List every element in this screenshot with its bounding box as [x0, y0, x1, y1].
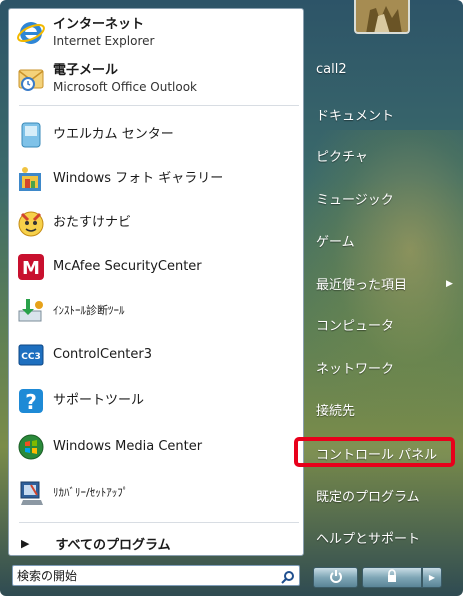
program-name: 電子メール: [53, 63, 119, 78]
right-item-user[interactable]: call2: [316, 62, 347, 77]
program-subtitle: Internet Explorer: [53, 34, 155, 48]
separator: [19, 105, 299, 106]
program-recovery-setup[interactable]: ﾘｶﾊﾞﾘｰ/ｾｯﾄｱｯﾌﾟ: [15, 473, 299, 513]
photo-gallery-icon: [15, 163, 47, 195]
program-internet-explorer[interactable]: インターネット Internet Explorer: [15, 13, 299, 53]
program-otasuke-navi[interactable]: おたすけナビ: [15, 203, 299, 243]
lock-icon: [385, 568, 399, 587]
mcafee-icon: M: [15, 251, 47, 283]
program-controlcenter3[interactable]: CC3 ControlCenter3: [15, 335, 299, 375]
welcome-center-icon: [15, 119, 47, 151]
pinned-programs-panel: インターネット Internet Explorer 電子メール Microsof…: [8, 8, 304, 556]
program-media-center[interactable]: Windows Media Center: [15, 427, 299, 467]
separator: [19, 522, 299, 523]
right-item-music[interactable]: ミュージック: [316, 189, 394, 208]
user-avatar[interactable]: [354, 0, 410, 34]
chevron-right-icon: ▶: [428, 573, 436, 582]
program-email[interactable]: 電子メール Microsoft Office Outlook: [15, 59, 299, 99]
media-center-icon: [15, 431, 47, 463]
recovery-setup-icon: [15, 477, 47, 509]
right-item-default-programs[interactable]: 既定のプログラム: [316, 486, 420, 505]
right-item-control-panel[interactable]: コントロール パネル: [316, 444, 437, 463]
chevron-right-icon: ▶: [21, 536, 30, 550]
svg-text:CC3: CC3: [21, 352, 40, 362]
program-name: Windows Media Center: [53, 439, 203, 454]
lock-button[interactable]: [362, 567, 422, 588]
right-item-documents[interactable]: ドキュメント: [316, 105, 394, 124]
program-support-tool[interactable]: ? サポートツール: [15, 381, 299, 421]
otasuke-navi-icon: [15, 207, 47, 239]
program-name: インターネット: [53, 17, 145, 32]
program-welcome-center[interactable]: ウエルカム センター: [15, 115, 299, 155]
outlook-mail-icon: [15, 63, 47, 95]
right-item-network[interactable]: ネットワーク: [316, 358, 394, 377]
all-programs-label: すべてのプログラム: [55, 537, 171, 553]
program-name: ControlCenter3: [53, 347, 153, 362]
right-item-games[interactable]: ゲーム: [316, 231, 355, 250]
internet-explorer-icon: [15, 17, 47, 49]
program-name: ｲﾝｽﾄｰﾙ診断ﾂｰﾙ: [53, 304, 125, 317]
program-name: おたすけナビ: [53, 215, 132, 230]
search-icon[interactable]: [281, 569, 295, 584]
controlcenter3-icon: CC3: [15, 339, 47, 371]
right-item-pictures[interactable]: ピクチャ: [316, 146, 368, 165]
start-menu: インターネット Internet Explorer 電子メール Microsof…: [0, 0, 463, 596]
search-placeholder: 検索の開始: [17, 569, 78, 583]
right-item-connect-to[interactable]: 接続先: [316, 400, 355, 419]
power-button[interactable]: [313, 567, 358, 588]
power-icon: [329, 568, 343, 587]
search-input[interactable]: 検索の開始: [12, 565, 300, 586]
svg-text:M: M: [22, 258, 40, 279]
all-programs-button[interactable]: ▶ すべてのプログラム: [21, 531, 171, 555]
help-question-icon: ?: [15, 385, 47, 417]
program-name: ﾘｶﾊﾞﾘｰ/ｾｯﾄｱｯﾌﾟ: [53, 486, 129, 499]
program-subtitle: Microsoft Office Outlook: [53, 80, 197, 94]
program-name: McAfee SecurityCenter: [53, 259, 202, 274]
svg-text:?: ?: [25, 390, 37, 414]
program-mcafee[interactable]: M McAfee SecurityCenter: [15, 247, 299, 287]
chevron-right-icon: ▶: [446, 279, 453, 289]
right-item-computer[interactable]: コンピュータ: [316, 315, 394, 334]
program-name: サポートツール: [53, 393, 145, 408]
right-item-recent-items[interactable]: 最近使った項目: [316, 274, 407, 293]
right-item-help-support[interactable]: ヘルプとサポート: [316, 528, 420, 547]
shutdown-options-button[interactable]: ▶: [422, 567, 442, 588]
program-name: Windows フォト ギャラリー: [53, 171, 224, 186]
program-name: ウエルカム センター: [53, 127, 174, 142]
program-install-diagnostic[interactable]: ｲﾝｽﾄｰﾙ診断ﾂｰﾙ: [15, 291, 299, 331]
install-diagnostic-icon: [15, 295, 47, 327]
program-photo-gallery[interactable]: Windows フォト ギャラリー: [15, 159, 299, 199]
